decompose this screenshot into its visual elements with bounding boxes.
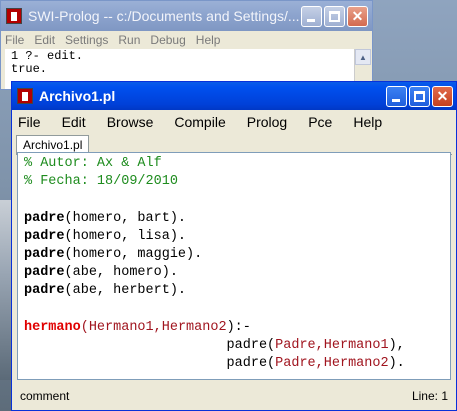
console-titlebar[interactable]: SWI-Prolog -- c:/Documents and Settings/… <box>1 1 372 31</box>
console-menu-settings[interactable]: Settings <box>65 33 108 47</box>
minimize-icon <box>392 98 400 102</box>
menu-edit[interactable]: Edit <box>62 114 86 130</box>
menu-file[interactable]: File <box>18 114 41 130</box>
fact-head: padre <box>24 246 65 262</box>
swi-prolog-app-icon <box>16 87 34 105</box>
fact-args: (homero, bart). <box>64 210 187 226</box>
console-maximize-button[interactable] <box>324 5 345 27</box>
console-menu-debug[interactable]: Debug <box>150 33 185 47</box>
editor-menubar: File Edit Browse Compile Prolog Pce Help <box>12 110 456 134</box>
editor-titlebar[interactable]: Archivo1.pl ✕ <box>12 82 456 110</box>
console-window-title: SWI-Prolog -- c:/Documents and Settings/… <box>28 8 299 24</box>
maximize-icon <box>329 10 340 22</box>
console-menu-help[interactable]: Help <box>196 33 221 47</box>
maximize-icon <box>414 90 425 102</box>
fact-args: (abe, homero). <box>64 265 178 281</box>
console-menu-edit[interactable]: Edit <box>34 33 55 47</box>
console-minimize-button[interactable] <box>301 5 322 27</box>
code-line: padre(abe, homero). <box>24 264 444 282</box>
code-line: padre(Padre,Hermano1), <box>24 337 444 355</box>
code-line: padre(homero, maggie). <box>24 246 444 264</box>
status-line-number: Line: 1 <box>411 389 448 403</box>
fact-args: (homero, lisa). <box>64 228 187 244</box>
editor-window-title: Archivo1.pl <box>39 88 116 104</box>
fact-head: padre <box>24 228 65 244</box>
menu-pce[interactable]: Pce <box>308 114 332 130</box>
comment-text: % Fecha: 18/09/2010 <box>24 174 178 190</box>
editor-window[interactable]: Archivo1.pl ✕ File Edit Browse Compile P… <box>11 81 457 411</box>
editor-maximize-button[interactable] <box>409 85 430 107</box>
menu-compile[interactable]: Compile <box>174 114 225 130</box>
body-end: ), <box>388 337 405 353</box>
console-menu-file[interactable]: File <box>5 33 24 47</box>
fact-head: padre <box>24 210 65 226</box>
body-pred: padre( <box>226 337 276 353</box>
swi-prolog-console-window[interactable]: SWI-Prolog -- c:/Documents and Settings/… <box>0 0 373 90</box>
console-close-button[interactable]: ✕ <box>347 5 368 27</box>
fact-head: padre <box>24 265 65 281</box>
body-vars: Padre,Hermano1 <box>275 337 389 353</box>
body-vars: Padre,Hermano2 <box>275 356 389 372</box>
body-end: ). <box>388 356 405 372</box>
menu-browse[interactable]: Browse <box>107 114 154 130</box>
fact-head: padre <box>24 283 65 299</box>
status-mode: comment <box>20 389 70 403</box>
code-line: padre(homero, lisa). <box>24 228 444 246</box>
console-menubar: File Edit Settings Run Debug Help <box>1 31 372 49</box>
fact-args: (homero, maggie). <box>64 246 203 262</box>
rule-head: hermano <box>24 319 81 335</box>
code-line: % Fecha: 18/09/2010 <box>24 173 444 191</box>
console-line: true. <box>11 62 48 76</box>
console-menu-run[interactable]: Run <box>118 33 140 47</box>
swi-prolog-app-icon <box>5 7 23 25</box>
code-line: padre(homero, bart). <box>24 210 444 228</box>
body-pred: padre( <box>226 356 276 372</box>
code-line: % Autor: Ax & Alf <box>24 155 444 173</box>
close-icon: ✕ <box>351 8 364 24</box>
code-line: hermano(Hermano1,Hermano2):- <box>24 319 444 337</box>
menu-help[interactable]: Help <box>353 114 382 130</box>
code-line: padre(abe, herbert). <box>24 282 444 300</box>
editor-statusbar: comment Line: 1 <box>12 382 456 410</box>
rule-vars: Hermano1,Hermano2 <box>88 319 227 335</box>
code-line: padre(Padre,Hermano2). <box>24 355 444 373</box>
rule-paren: ( <box>80 319 89 335</box>
minimize-icon <box>307 18 315 22</box>
close-icon: ✕ <box>436 88 449 104</box>
fact-args: (abe, herbert). <box>64 283 187 299</box>
menu-prolog[interactable]: Prolog <box>247 114 287 130</box>
code-editor[interactable]: % Autor: Ax & Alf % Fecha: 18/09/2010 pa… <box>17 152 451 380</box>
comment-text: % Autor: Ax & Alf <box>24 156 162 171</box>
console-line: 1 ?- edit. <box>11 49 84 63</box>
scroll-up-icon[interactable]: ▲ <box>355 49 371 65</box>
editor-close-button[interactable]: ✕ <box>432 85 453 107</box>
editor-minimize-button[interactable] <box>386 85 407 107</box>
rule-neck: ):- <box>226 319 251 335</box>
